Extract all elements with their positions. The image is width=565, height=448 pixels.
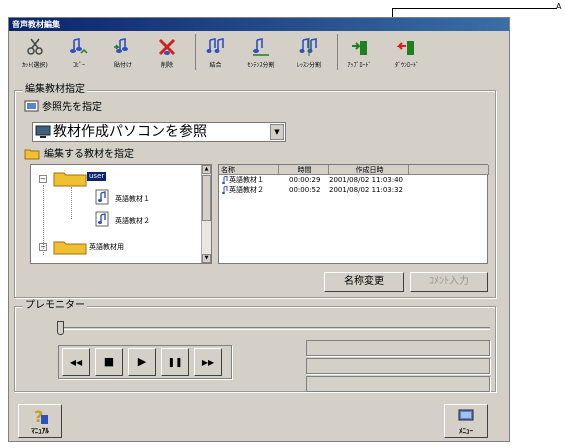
lesson-split-icon (299, 38, 317, 56)
table-row[interactable]: 英語教材１ 00:00:29 2001/08/02 11:03:40 (219, 176, 489, 185)
play-button[interactable]: ▶ (128, 348, 156, 376)
edit-group-label: 編集教材指定 (23, 84, 87, 96)
material-tree[interactable]: − user 英語教材１ 英語教材２ − 英語教材用 ▲ ▼ (30, 164, 212, 264)
reference-select[interactable]: 教材作成パソコンを参照 ▼ (32, 122, 286, 142)
row-created: 2001/08/02 11:03:40 (329, 176, 404, 184)
position-slider-track[interactable] (60, 327, 490, 330)
stop-icon: ■ (103, 355, 115, 368)
tree-item-user[interactable]: user (87, 172, 107, 181)
tree-item-english-2[interactable]: 英語教材２ (115, 217, 150, 226)
rewind-button[interactable]: ◀◀ (62, 348, 90, 376)
folder-open-icon (53, 172, 87, 187)
table-row[interactable]: 英語教材２ 00:00:52 2001/08/02 11:03:32 (219, 186, 489, 195)
callout-line (392, 8, 557, 9)
pause-button[interactable]: ❚❚ (161, 348, 189, 376)
info-field-1 (306, 340, 490, 356)
stop-button[interactable]: ■ (95, 348, 123, 376)
row-created: 2001/08/02 11:03:32 (329, 186, 404, 194)
window-title: 音声教材編集 (9, 18, 509, 31)
download-label: ﾀﾞｳﾝﾛｰﾄﾞ (394, 62, 419, 69)
manual-button[interactable]: ? ﾏﾆｭｱﾙ (18, 404, 62, 438)
scroll-down-icon[interactable]: ▼ (202, 254, 211, 263)
delete-label: 削除 (160, 62, 173, 69)
menu-icon (458, 409, 474, 421)
material-list[interactable]: 名称 時間 作成日時 英語教材１ 00:00:29 2001/08/02 11:… (218, 164, 489, 264)
info-field-3 (306, 376, 490, 392)
reference-icon (24, 100, 39, 112)
reference-label: 参照先を指定 (42, 102, 102, 113)
paste-icon (114, 38, 128, 53)
audio-file-icon (95, 211, 109, 227)
chevron-down-icon[interactable]: ▼ (270, 124, 284, 140)
delete-button[interactable]: 削除 (147, 34, 187, 70)
upload-icon (351, 41, 367, 55)
sentence-split-button[interactable]: ｾﾝﾃﾝｽ分割 (239, 34, 283, 70)
audio-file-icon (222, 176, 228, 184)
lesson-split-button[interactable]: ﾚｯｽﾝ分割 (287, 34, 331, 70)
row-name: 英語教材１ (229, 176, 264, 184)
rewind-icon: ◀◀ (69, 358, 83, 367)
copy-button[interactable]: ｺﾋﾟｰ (59, 34, 99, 70)
manual-label: ﾏﾆｭｱﾙ (31, 427, 49, 435)
scroll-up-icon[interactable]: ▲ (202, 165, 211, 174)
reference-select-value: 教材作成パソコンを参照 (53, 124, 207, 140)
sentence-split-icon (253, 38, 269, 56)
download-button[interactable]: ﾀﾞｳﾝﾛｰﾄﾞ (385, 34, 429, 70)
sentence-split-label: ｾﾝﾃﾝｽ分割 (247, 62, 275, 69)
copy-icon (70, 38, 88, 54)
toolbar: ｶｯﾄ(選択) ｺﾋﾟｰ 貼付け 削除 結合 ｾﾝﾃﾝｽ分割 ﾚｯｽﾝ分割 ｱｯ… (11, 32, 509, 72)
scissors-icon (27, 38, 43, 55)
paste-button[interactable]: 貼付け (103, 34, 143, 70)
info-field-2 (306, 358, 490, 374)
fast-forward-icon: ▶▶ (201, 358, 215, 367)
row-time: 00:00:52 (289, 186, 321, 194)
collapse-icon[interactable]: − (39, 243, 47, 251)
row-time: 00:00:29 (289, 176, 321, 184)
computer-icon (35, 125, 51, 138)
merge-icon (206, 38, 224, 53)
column-created[interactable]: 作成日時 (329, 165, 409, 175)
merge-button[interactable]: 結合 (195, 34, 235, 70)
cut-button[interactable]: ｶｯﾄ(選択) (15, 34, 55, 70)
help-icon: ? (34, 407, 48, 425)
pause-icon: ❚❚ (167, 358, 183, 368)
comment-button[interactable]: ｺﾒﾝﾄ入力 (410, 272, 488, 292)
tree-line (71, 187, 72, 219)
upload-button[interactable]: ｱｯﾌﾟﾛｰﾄﾞ (337, 34, 381, 70)
download-icon (397, 41, 414, 55)
target-label: 編集する教材を指定 (44, 149, 134, 160)
callout-mark: A (556, 2, 562, 11)
tree-scrollbar[interactable]: ▲ ▼ (201, 165, 211, 263)
position-slider-thumb[interactable] (57, 321, 64, 335)
copy-label: ｺﾋﾟｰ (72, 62, 85, 69)
play-icon: ▶ (137, 355, 147, 368)
upload-label: ｱｯﾌﾟﾛｰﾄﾞ (347, 62, 372, 69)
fast-forward-button[interactable]: ▶▶ (194, 348, 222, 376)
column-extra (409, 165, 489, 175)
scroll-thumb[interactable] (202, 175, 211, 221)
menu-button[interactable]: ﾒﾆｭｰ (444, 404, 488, 438)
tree-item-english-1[interactable]: 英語教材１ (115, 195, 150, 204)
column-name[interactable]: 名称 (219, 165, 279, 175)
rename-button[interactable]: 名称変更 (324, 272, 404, 292)
menu-label: ﾒﾆｭｰ (459, 427, 473, 435)
collapse-icon[interactable]: − (39, 175, 47, 183)
tree-item-english-folder[interactable]: 英語教材用 (89, 243, 124, 252)
row-name: 英語教材２ (229, 186, 264, 194)
paste-label: 貼付け (113, 62, 132, 69)
delete-icon (158, 38, 176, 56)
preview-group-label: プレモニター (23, 300, 87, 312)
merge-label: 結合 (209, 62, 222, 69)
audio-file-icon (95, 189, 109, 205)
lesson-split-label: ﾚｯｽﾝ分割 (296, 62, 321, 69)
folder-icon (53, 241, 87, 255)
audio-file-icon (222, 186, 228, 194)
cut-label: ｶｯﾄ(選択) (22, 62, 48, 69)
folder-icon (24, 149, 40, 160)
column-time[interactable]: 時間 (279, 165, 329, 175)
